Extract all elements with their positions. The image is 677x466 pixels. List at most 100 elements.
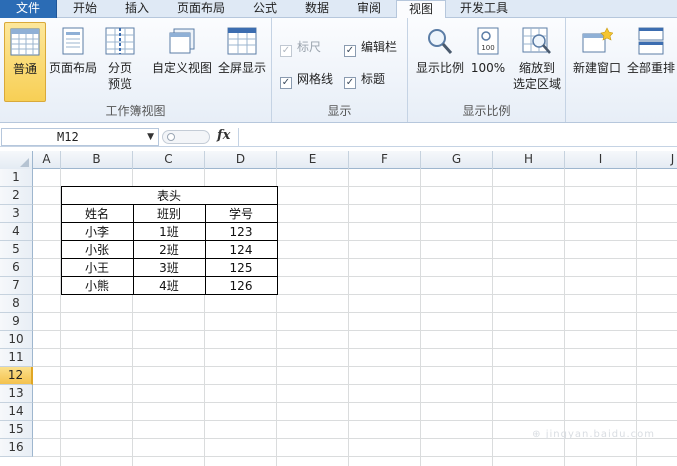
gridlines-checkbox[interactable]: ✓ 网格线 [280, 72, 333, 89]
row-header-5[interactable]: 5 [0, 241, 33, 259]
table-cell[interactable]: 125 [205, 259, 277, 277]
tab-home[interactable]: 开始 [59, 0, 111, 18]
zoom-selection-label-2: 选定区域 [512, 77, 561, 91]
chevron-down-icon[interactable]: ▼ [147, 129, 154, 145]
row-header-4[interactable]: 4 [0, 223, 33, 241]
tab-insert[interactable]: 插入 [111, 0, 163, 18]
table-cell[interactable]: 小熊 [61, 277, 133, 295]
table-title[interactable]: 表头 [61, 187, 277, 205]
circle-icon [167, 133, 175, 141]
table-border [61, 276, 278, 277]
column-header-g[interactable]: G [421, 151, 493, 169]
column-header-c[interactable]: C [133, 151, 205, 169]
normal-view-button[interactable]: 普通 [4, 22, 46, 102]
zoom-selection-icon [522, 27, 551, 54]
gridlines-label: 网格线 [297, 72, 334, 86]
full-screen-label: 全屏显示 [217, 61, 266, 75]
group-zoom: 显示比例 100 100% 缩放到 选定区域 显示比例 [408, 18, 566, 122]
row-header-13[interactable]: 13 [0, 385, 33, 403]
formula-bar-checkbox[interactable]: ✓ 编辑栏 [344, 40, 397, 57]
table-cell[interactable]: 小张 [61, 241, 133, 259]
row-header-3[interactable]: 3 [0, 205, 33, 223]
row-header-6[interactable]: 6 [0, 259, 33, 277]
page-break-icon [105, 27, 135, 55]
tab-page-layout[interactable]: 页面布局 [165, 0, 237, 18]
zoom-100-button[interactable]: 100 100% [468, 22, 508, 76]
select-all-corner[interactable] [0, 151, 33, 169]
select-all-icon [20, 158, 29, 167]
table-cell[interactable]: 小王 [61, 259, 133, 277]
group-show: ✓ 标尺 ✓ 编辑栏 ✓ 网格线 ✓ 标题 显示 [272, 18, 408, 122]
table-cell[interactable]: 1班 [133, 223, 205, 241]
formula-input[interactable] [238, 128, 675, 146]
tab-file[interactable]: 文件 [0, 0, 57, 18]
table-border [205, 204, 206, 295]
custom-views-button[interactable]: 自定义视图 [150, 22, 214, 76]
row-header-10[interactable]: 10 [0, 331, 33, 349]
table-cell[interactable]: 124 [205, 241, 277, 259]
new-window-button[interactable]: 新建窗口 [570, 22, 624, 76]
arrange-all-button[interactable]: 全部重排 [624, 22, 677, 76]
worksheet-grid[interactable]: ABCDEFGHIJ 1 2 3 4 5 6 7 8 9 10 11 12 13 14 15 16 表头 姓名班… [0, 151, 677, 466]
page-break-preview-button[interactable]: 分页 预览 [100, 22, 140, 92]
headings-checkbox[interactable]: ✓ 标题 [344, 72, 385, 89]
table-border [61, 204, 278, 205]
tab-data[interactable]: 数据 [291, 0, 343, 18]
gridline-horizontal [33, 312, 677, 313]
page-layout-view-button[interactable]: 页面布局 [48, 22, 98, 76]
ruler-check-icon: ✓ [280, 45, 292, 57]
table-header-cell[interactable]: 姓名 [61, 205, 133, 223]
column-header-a[interactable]: A [33, 151, 61, 169]
full-screen-button[interactable]: 全屏显示 [216, 22, 268, 76]
column-header-j[interactable]: J [637, 151, 677, 169]
table-cell[interactable]: 2班 [133, 241, 205, 259]
column-header-h[interactable]: H [493, 151, 565, 169]
column-header-i[interactable]: I [565, 151, 637, 169]
gridline-vertical [420, 169, 421, 466]
row-header-12[interactable]: 12 [0, 367, 33, 385]
row-header-7[interactable]: 7 [0, 277, 33, 295]
row-header-2[interactable]: 2 [0, 187, 33, 205]
column-header-f[interactable]: F [349, 151, 421, 169]
row-header-14[interactable]: 14 [0, 403, 33, 421]
full-screen-icon [227, 27, 257, 55]
row-header-11[interactable]: 11 [0, 349, 33, 367]
custom-views-label: 自定义视图 [151, 61, 212, 75]
row-header-9[interactable]: 9 [0, 313, 33, 331]
row-header-1[interactable]: 1 [0, 169, 33, 187]
table-cell[interactable]: 123 [205, 223, 277, 241]
gridline-horizontal [33, 402, 677, 403]
ribbon-view: 普通 页面布局 分页 预览 自定义视图 全屏显示 工作簿视图 ✓ 标尺 ✓ 编辑… [0, 18, 677, 123]
zoom-button[interactable]: 显示比例 [414, 22, 466, 76]
row-header-8[interactable]: 8 [0, 295, 33, 313]
svg-text:100: 100 [481, 44, 494, 52]
name-box[interactable]: M12 ▼ [1, 128, 159, 146]
tab-formulas[interactable]: 公式 [239, 0, 291, 18]
zoom-to-selection-button[interactable]: 缩放到 选定区域 [510, 22, 564, 92]
row-header-15[interactable]: 15 [0, 421, 33, 439]
table-cell[interactable]: 126 [205, 277, 277, 295]
table-border [61, 222, 278, 223]
ruler-checkbox[interactable]: ✓ 标尺 [280, 40, 321, 57]
row-header-16[interactable]: 16 [0, 439, 33, 457]
group-window: 新建窗口 全部重排 [566, 18, 677, 122]
tab-view[interactable]: 视图 [396, 0, 446, 19]
gridlines-check-icon: ✓ [280, 77, 292, 89]
formula-bar-check-icon: ✓ [344, 45, 356, 57]
page-break-label-2: 预览 [107, 77, 132, 91]
column-header-d[interactable]: D [205, 151, 277, 169]
tab-review[interactable]: 审阅 [343, 0, 395, 18]
insert-function-button[interactable]: fx [217, 128, 230, 144]
table-cell[interactable]: 3班 [133, 259, 205, 277]
table-header-cell[interactable]: 班别 [133, 205, 205, 223]
table-header-cell[interactable]: 学号 [205, 205, 277, 223]
table-cell[interactable]: 小李 [61, 223, 133, 241]
tab-developer[interactable]: 开发工具 [448, 0, 520, 18]
table-cell[interactable]: 4班 [133, 277, 205, 295]
column-header-e[interactable]: E [277, 151, 349, 169]
column-header-b[interactable]: B [61, 151, 133, 169]
formula-bar-resize-handle[interactable] [162, 130, 210, 144]
normal-view-label: 普通 [12, 62, 37, 76]
table-border [61, 258, 278, 259]
table-border [61, 294, 278, 295]
